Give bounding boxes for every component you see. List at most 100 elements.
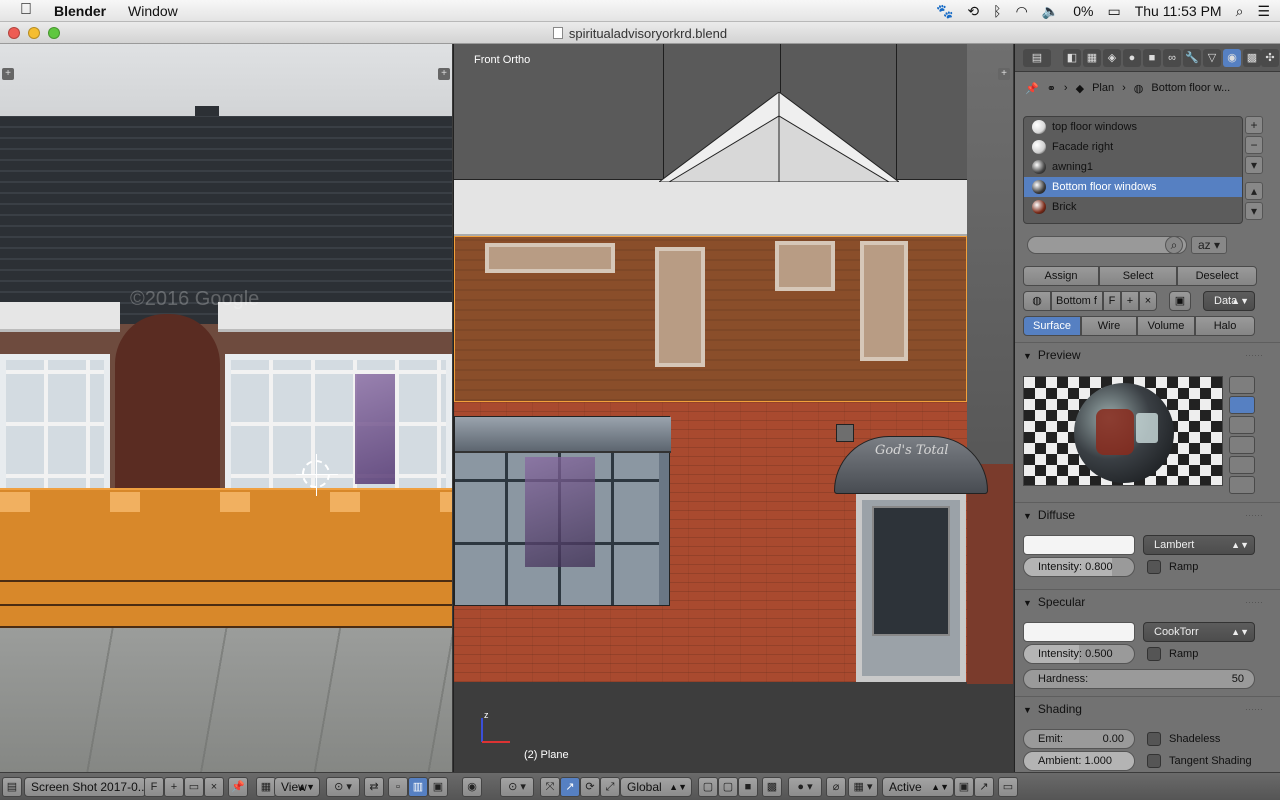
remove-slot-button[interactable]: − [1245,136,1263,154]
material-browse-button[interactable]: ◍ [1023,291,1051,311]
texture-tab-icon[interactable]: ▩ [1243,49,1261,67]
layer-icon[interactable]: ▢ [718,777,738,797]
bluetooth-icon[interactable]: ᛒ [993,3,1001,19]
snap-icon[interactable]: ▩ [762,777,782,797]
specular-shader-dropdown[interactable]: CookTorr ▲▼ [1143,622,1255,642]
diffuse-color-swatch[interactable] [1023,535,1135,555]
zoom-filter-icon[interactable]: ⌕ [1165,236,1183,254]
shadeless-checkbox[interactable] [1147,732,1161,746]
material-name-field[interactable]: Bottom f [1051,291,1103,311]
select-button[interactable]: Select [1099,266,1177,286]
camera-icon[interactable]: ▭ [998,777,1018,797]
move-slot-down-button[interactable]: ▾ [1245,202,1263,220]
mode-dropdown[interactable]: ⊙ ▾ [326,777,360,797]
proportional-edit-dropdown[interactable]: ● ▾ [788,777,822,797]
material-slot-list[interactable]: top floor windows Facade right awning1 Bott… [1023,116,1243,224]
image-name-field[interactable]: Screen Shot 2017-0... [24,777,146,797]
area-split-icon[interactable]: + [998,68,1010,80]
translate-manipulator-icon[interactable]: ↗ [560,777,580,797]
snap-element-icon[interactable]: ⌀ [826,777,846,797]
deselect-button[interactable]: Deselect [1177,266,1257,286]
assign-button[interactable]: Assign [1023,266,1099,286]
3d-viewport[interactable]: God's Total Front Ortho z (2) Plane + [453,44,1013,772]
scene-tab-icon[interactable]: ◈ [1103,49,1121,67]
material-slot-item[interactable]: Bottom floor windows [1024,177,1242,197]
tangent-shading-checkbox[interactable] [1147,754,1161,768]
clock[interactable]: Thu 11:53 PM [1135,3,1222,19]
vertex-select-icon[interactable]: ▫ [388,777,408,797]
rotate-manipulator-icon[interactable]: ⟳ [580,777,600,797]
unlink-material-button[interactable]: × [1139,291,1157,311]
add-slot-button[interactable]: + [1245,116,1263,134]
paw-icon[interactable]: 🐾 [936,3,953,20]
material-slot-item[interactable]: top floor windows [1024,117,1242,137]
edge-select-icon[interactable]: ▥ [408,777,428,797]
material-slot-item[interactable]: Facade right [1024,137,1242,157]
tab-volume[interactable]: Volume [1137,316,1195,336]
scale-manipulator-icon[interactable]: ⤢ [600,777,620,797]
pin-image-icon[interactable]: 📌 [228,777,248,797]
new-image-button[interactable]: + [164,777,184,797]
preview-panel-header[interactable]: Preview⋯⋯ [1023,345,1263,365]
open-image-icon[interactable]: ▭ [184,777,204,797]
uv-sync-icon[interactable]: ⇄ [364,777,384,797]
specular-panel-header[interactable]: Specular⋯⋯ [1023,592,1263,612]
app-menu[interactable]: Blender [54,3,106,19]
new-material-button[interactable]: + [1121,291,1139,311]
material-tab-icon[interactable]: ◉ [1223,49,1241,67]
window-menu[interactable]: Window [128,3,178,19]
specular-color-swatch[interactable] [1023,622,1135,642]
breadcrumb-material[interactable]: Bottom floor w... [1151,82,1230,94]
link-dropdown[interactable]: Data ▲▼ [1203,291,1255,311]
emit-field[interactable]: Emit: 0.00 [1023,729,1135,749]
unlink-image-button[interactable]: × [204,777,224,797]
image-editor-type-icon[interactable]: ▦ [256,777,276,797]
pivot-dropdown[interactable]: ⊙ ▾ [500,777,534,797]
view-menu[interactable]: View ▲▼ [274,777,320,797]
apple-menu-icon[interactable]:  [20,1,32,19]
spotlight-search-icon[interactable]: ⌕ [1236,3,1244,20]
pin-icon[interactable]: 📌 [1025,82,1039,95]
notification-center-icon[interactable]: ☰ [1257,3,1270,20]
material-slot-item[interactable]: Brick [1024,197,1242,217]
link-browse-button[interactable]: ▣ [1169,291,1191,311]
modifiers-tab-icon[interactable]: 🔧 [1183,49,1201,67]
battery-icon[interactable]: ▭ [1107,3,1120,20]
preview-monkey-button[interactable] [1229,436,1255,454]
fake-user-button[interactable]: F [144,777,164,797]
snap-target-icon[interactable]: ▦ ▾ [848,777,878,797]
object-data-icon[interactable]: ■ [738,777,758,797]
list-filter-input[interactable] [1027,236,1187,254]
tab-halo[interactable]: Halo [1195,316,1255,336]
render-region-icon[interactable]: ▣ [954,777,974,797]
wifi-icon[interactable]: ◠ [1016,3,1028,20]
data-tab-icon[interactable]: ▽ [1203,49,1221,67]
preview-cube-button[interactable] [1229,416,1255,434]
face-select-icon[interactable]: ▣ [428,777,448,797]
move-slot-up-button[interactable]: ▴ [1245,182,1263,200]
transform-manipulator-icon[interactable]: ⤧ [540,777,560,797]
pivot-point-dropdown[interactable]: Active ▲▼ [882,777,954,797]
material-slot-item[interactable]: awning1 [1024,157,1242,177]
tab-wire[interactable]: Wire [1081,316,1137,336]
fake-user-button[interactable]: F [1103,291,1121,311]
selected-face-upper[interactable] [454,236,967,402]
render-icon[interactable]: ↗ [974,777,994,797]
preview-sky-button[interactable] [1229,476,1255,494]
selected-uv-region[interactable] [0,488,452,628]
editor-type-icon[interactable]: ▤ [2,777,22,797]
editor-type-icon[interactable]: ▤ [1023,49,1051,67]
specular-intensity-slider[interactable]: Intensity: 0.500 [1023,644,1135,664]
image-editor[interactable]: ©2016 Google + + [0,44,452,772]
object-tab-icon[interactable]: ■ [1143,49,1161,67]
orientation-dropdown[interactable]: Global ▲▼ [620,777,692,797]
layer-icon[interactable]: ▢ [698,777,718,797]
shading-panel-header[interactable]: Shading⋯⋯ [1023,699,1263,719]
preview-hair-button[interactable] [1229,456,1255,474]
preview-flat-button[interactable] [1229,376,1255,394]
tab-surface[interactable]: Surface [1023,316,1081,336]
render-layers-tab-icon[interactable]: ▦ [1083,49,1101,67]
physics-tab-icon[interactable]: ✣ [1261,49,1279,67]
battery-percent[interactable]: 0% [1073,3,1093,19]
area-split-icon[interactable]: + [2,68,14,80]
